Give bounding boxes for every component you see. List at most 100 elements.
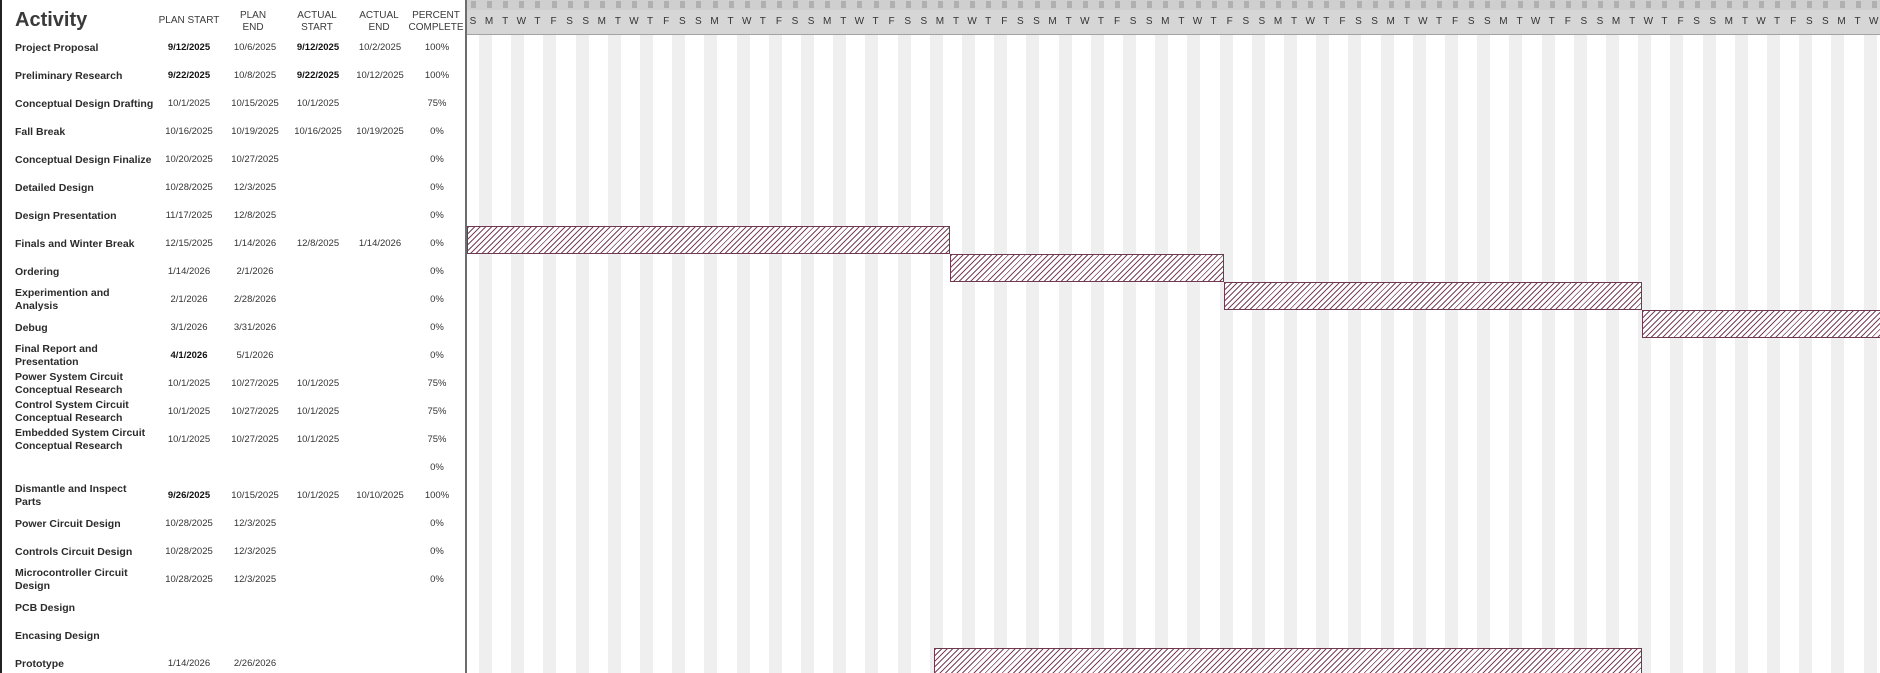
plan-end-cell[interactable]: 10/27/2025 xyxy=(224,154,286,165)
percent-cell[interactable]: 0% xyxy=(408,462,466,473)
plan-end-cell[interactable]: 5/1/2026 xyxy=(224,350,286,361)
percent-cell[interactable]: 0% xyxy=(408,154,466,165)
plan-start-header[interactable]: PLAN START xyxy=(158,15,220,27)
plan-end-cell[interactable]: 12/3/2025 xyxy=(224,574,286,585)
task-label[interactable]: Experimention and Analysis xyxy=(15,287,155,313)
plan-end-cell[interactable]: 12/8/2025 xyxy=(224,210,286,221)
plan-start-cell[interactable]: 3/1/2026 xyxy=(158,322,220,333)
plan-end-cell[interactable]: 1/14/2026 xyxy=(224,238,286,249)
gantt-bar[interactable] xyxy=(1223,282,1643,310)
task-label[interactable]: Debug xyxy=(15,322,155,335)
percent-cell[interactable]: 0% xyxy=(408,126,466,137)
plan-start-cell[interactable]: 10/28/2025 xyxy=(158,518,220,529)
actual-start-header[interactable]: ACTUAL START xyxy=(286,10,348,34)
actual-end-header[interactable]: ACTUAL END xyxy=(348,10,410,34)
percent-cell[interactable]: 0% xyxy=(408,350,466,361)
plan-start-cell[interactable]: 10/28/2025 xyxy=(158,182,220,193)
actual-end-cell[interactable]: 10/10/2025 xyxy=(349,490,411,501)
task-label[interactable]: PCB Design xyxy=(15,602,155,615)
actual-end-cell[interactable]: 10/19/2025 xyxy=(349,126,411,137)
percent-complete-header[interactable]: PERCENT COMPLETE xyxy=(406,10,466,34)
plan-end-cell[interactable]: 10/15/2025 xyxy=(224,98,286,109)
plan-start-cell[interactable]: 10/20/2025 xyxy=(158,154,220,165)
percent-cell[interactable]: 100% xyxy=(408,490,466,501)
plan-end-cell[interactable]: 12/3/2025 xyxy=(224,182,286,193)
task-label[interactable]: Control System Circuit Conceptual Resear… xyxy=(15,399,155,425)
task-label[interactable]: Project Proposal xyxy=(15,42,155,55)
plan-start-cell[interactable]: 10/1/2025 xyxy=(158,378,220,389)
actual-end-cell[interactable]: 1/14/2026 xyxy=(349,238,411,249)
plan-end-cell[interactable]: 10/27/2025 xyxy=(224,434,286,445)
activity-header[interactable]: Activity xyxy=(15,9,87,32)
task-label[interactable]: Microcontroller Circuit Design xyxy=(15,567,155,593)
percent-cell[interactable]: 75% xyxy=(408,98,466,109)
percent-cell[interactable]: 75% xyxy=(408,406,466,417)
percent-cell[interactable]: 0% xyxy=(408,518,466,529)
plan-end-cell[interactable]: 12/3/2025 xyxy=(224,546,286,557)
gantt-bar[interactable] xyxy=(1642,310,1880,338)
plan-start-cell[interactable]: 10/28/2025 xyxy=(158,574,220,585)
plan-start-cell[interactable]: 10/1/2025 xyxy=(158,98,220,109)
actual-start-cell[interactable]: 10/1/2025 xyxy=(287,490,349,501)
percent-cell[interactable]: 0% xyxy=(408,238,466,249)
percent-cell[interactable]: 0% xyxy=(408,182,466,193)
task-label[interactable]: Conceptual Design Finalize xyxy=(15,154,165,167)
plan-end-cell[interactable]: 10/6/2025 xyxy=(224,42,286,53)
task-label[interactable]: Dismantle and Inspect Parts xyxy=(15,483,155,509)
gantt-bar[interactable] xyxy=(467,226,950,254)
plan-end-header[interactable]: PLAN END xyxy=(222,10,284,34)
plan-start-cell[interactable]: 1/14/2026 xyxy=(158,266,220,277)
percent-cell[interactable]: 100% xyxy=(408,42,466,53)
task-label[interactable]: Controls Circuit Design xyxy=(15,546,155,559)
task-label[interactable]: Power Circuit Design xyxy=(15,518,155,531)
plan-start-cell[interactable]: 1/14/2026 xyxy=(158,658,220,669)
percent-cell[interactable]: 0% xyxy=(408,210,466,221)
task-label[interactable]: Encasing Design xyxy=(15,630,155,643)
plan-end-cell[interactable]: 2/28/2026 xyxy=(224,294,286,305)
task-label[interactable]: Prototype xyxy=(15,658,155,671)
plan-start-cell[interactable]: 11/17/2025 xyxy=(158,210,220,221)
percent-cell[interactable]: 100% xyxy=(408,70,466,81)
plan-start-cell[interactable]: 12/15/2025 xyxy=(158,238,220,249)
task-label[interactable]: Ordering xyxy=(15,266,155,279)
plan-start-cell[interactable]: 10/1/2025 xyxy=(158,406,220,417)
actual-start-cell[interactable]: 10/16/2025 xyxy=(287,126,349,137)
task-label[interactable]: Embedded System Circuit Conceptual Resea… xyxy=(15,427,155,453)
percent-cell[interactable]: 0% xyxy=(408,294,466,305)
plan-end-cell[interactable]: 2/1/2026 xyxy=(224,266,286,277)
percent-cell[interactable]: 0% xyxy=(408,322,466,333)
percent-cell[interactable]: 0% xyxy=(408,546,466,557)
plan-start-cell[interactable]: 10/28/2025 xyxy=(158,546,220,557)
plan-start-cell[interactable]: 9/12/2025 xyxy=(158,42,220,53)
actual-start-cell[interactable]: 12/8/2025 xyxy=(287,238,349,249)
actual-start-cell[interactable]: 10/1/2025 xyxy=(287,434,349,445)
percent-cell[interactable]: 75% xyxy=(408,378,466,389)
task-label[interactable]: Preliminary Research xyxy=(15,70,155,83)
actual-start-cell[interactable]: 10/1/2025 xyxy=(287,98,349,109)
task-label[interactable]: Design Presentation xyxy=(15,210,155,223)
task-label[interactable]: Detailed Design xyxy=(15,182,155,195)
plan-end-cell[interactable]: 10/27/2025 xyxy=(224,406,286,417)
actual-start-cell[interactable]: 10/1/2025 xyxy=(287,406,349,417)
percent-cell[interactable]: 0% xyxy=(408,266,466,277)
actual-start-cell[interactable]: 9/22/2025 xyxy=(287,70,349,81)
task-label[interactable]: Conceptual Design Drafting xyxy=(15,98,165,111)
plan-end-cell[interactable]: 12/3/2025 xyxy=(224,518,286,529)
gantt-bar[interactable] xyxy=(950,254,1224,282)
task-label[interactable]: Finals and Winter Break xyxy=(15,238,155,251)
actual-end-cell[interactable]: 10/12/2025 xyxy=(349,70,411,81)
percent-cell[interactable]: 0% xyxy=(408,574,466,585)
actual-end-cell[interactable]: 10/2/2025 xyxy=(349,42,411,53)
percent-cell[interactable]: 75% xyxy=(408,434,466,445)
plan-start-cell[interactable]: 4/1/2026 xyxy=(158,350,220,361)
plan-end-cell[interactable]: 10/19/2025 xyxy=(224,126,286,137)
actual-start-cell[interactable]: 9/12/2025 xyxy=(287,42,349,53)
gantt-bar[interactable] xyxy=(933,648,1643,673)
actual-start-cell[interactable]: 10/1/2025 xyxy=(287,378,349,389)
plan-start-cell[interactable]: 9/22/2025 xyxy=(158,70,220,81)
task-label[interactable]: Final Report and Presentation xyxy=(15,343,155,369)
plan-end-cell[interactable]: 3/31/2026 xyxy=(224,322,286,333)
plan-end-cell[interactable]: 10/8/2025 xyxy=(224,70,286,81)
plan-start-cell[interactable]: 9/26/2025 xyxy=(158,490,220,501)
plan-start-cell[interactable]: 10/16/2025 xyxy=(158,126,220,137)
